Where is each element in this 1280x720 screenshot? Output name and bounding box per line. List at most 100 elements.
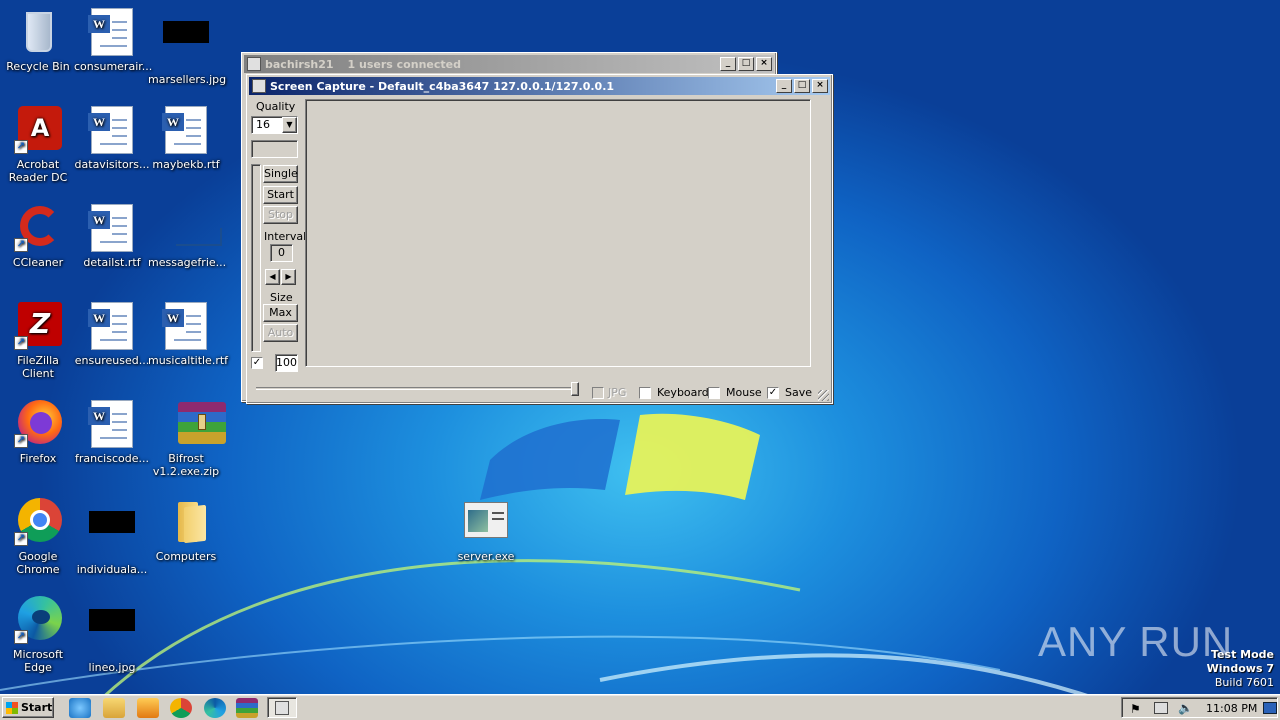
maximize-button[interactable]: □ [738,57,754,71]
icon-label: Microsoft Edge [12,648,64,674]
mouse-checkbox[interactable] [708,387,720,399]
watermark-line-1: Test Mode [1211,648,1274,661]
recycle-bin-icon [14,8,62,56]
quality-label: Quality [256,100,296,113]
edge-icon: ↗ [14,596,62,644]
horizontal-slider-track[interactable] [256,387,578,390]
desktop-icon-marsellers[interactable]: marsellers.jpg [148,8,227,86]
icon-label: franciscode... [75,452,149,465]
users-window-title: bachirsh21 [265,57,334,71]
desktop-icon-maybekb[interactable]: W maybekb.rtf [148,106,224,171]
minimize-button[interactable]: _ [776,79,792,93]
percent-field[interactable]: 100 [275,354,298,372]
desktop-icon-filezilla[interactable]: Z ↗ FileZilla Client [0,302,76,380]
max-button[interactable]: Max [263,304,298,322]
icon-label: detailst.rtf [83,256,141,269]
chevron-down-icon[interactable]: ▼ [282,117,297,133]
icon-label: Google Chrome [16,550,60,576]
minimize-button[interactable]: _ [720,57,736,71]
desktop-icon-edge[interactable]: ↗ Microsoft Edge [0,596,76,674]
icon-label: Firefox [19,452,57,465]
desktop-icon-ensureused[interactable]: W ensureused... [74,302,150,367]
image-thumbnail-icon [89,511,135,533]
desktop-icon-franciscode[interactable]: W franciscode... [74,400,150,465]
progress-field [251,140,298,158]
users-connected-status: 1 users connected [347,57,461,71]
save-label: Save [785,386,813,399]
interval-decrease-button[interactable]: ◀ [265,269,280,285]
ccleaner-icon: ↗ [14,204,62,252]
desktop-icon-musicaltitle[interactable]: W musicaltitle.rtf [148,302,229,367]
word-document-icon: W [88,400,133,448]
quality-select[interactable]: 16 ▼ [251,116,298,134]
interval-value: 0 [278,246,285,259]
desktop-icon-detailst[interactable]: W detailst.rtf [74,204,150,269]
icon-label: Acrobat Reader DC [8,158,68,184]
icon-label: marsellers.jpg [148,73,227,86]
jpg-checkbox[interactable] [592,387,604,399]
interval-field[interactable]: 0 [270,244,293,262]
acrobat-icon: A ↗ [14,106,62,154]
test-mode-text: Test Mode Windows 7 Build 7601 [1207,648,1274,690]
word-document-icon: W [162,302,207,350]
volume-icon[interactable]: 🔈 [1178,701,1193,715]
maximize-button[interactable]: □ [794,79,810,93]
word-document-icon: W [88,204,133,252]
word-document-icon: W [88,8,133,56]
desktop-icon-computers[interactable]: Computers [148,498,224,563]
capture-preview-area[interactable] [305,99,811,367]
desktop-icon-server-exe[interactable]: server.exe [448,498,524,563]
media-player-icon[interactable] [137,698,159,718]
network-icon[interactable] [1154,702,1168,714]
desktop-icon-firefox[interactable]: ↗ Firefox [0,400,76,465]
desktop-icon-lineo[interactable]: lineo.jpg [74,596,150,674]
auto-button[interactable]: Auto [263,324,298,342]
single-button[interactable]: Single [263,165,298,183]
image-thumbnail-icon [163,21,209,43]
icon-label: Recycle Bin [6,60,70,73]
desktop-icon-individuala[interactable]: individuala... [74,498,150,576]
close-button[interactable]: × [756,57,772,71]
save-checkbox[interactable]: ✓ [767,387,779,399]
folder-icon [162,498,210,546]
interval-label: Interval [264,230,307,243]
icon-label: musicaltitle.rtf [148,354,229,367]
action-center-flag-icon[interactable]: ⚑ [1130,702,1141,716]
desktop-icon-recycle-bin[interactable]: Recycle Bin [0,8,76,73]
resize-grip-icon[interactable] [818,390,829,401]
winrar-taskbar-icon[interactable] [236,698,258,718]
show-desktop-icon[interactable] [1263,702,1277,714]
word-document-icon: W [162,106,207,154]
mouse-label: Mouse [726,386,762,399]
clock[interactable]: 11:08 PM [1206,702,1257,715]
desktop-icon-chrome[interactable]: ↗ Google Chrome [0,498,76,576]
start-button[interactable]: Start [263,186,298,204]
edge-taskbar-icon[interactable] [204,698,226,718]
start-button[interactable]: Start [2,697,54,718]
bifrost-taskbar-button[interactable] [267,697,297,718]
left-checkbox[interactable]: ✓ [251,357,263,369]
vertical-slider-track[interactable] [251,164,261,352]
desktop-icon-acrobat[interactable]: A ↗ Acrobat Reader DC [0,106,76,184]
executable-icon [462,498,510,546]
close-button[interactable]: × [812,79,828,93]
interval-increase-button[interactable]: ▶ [281,269,296,285]
horizontal-slider-thumb[interactable] [571,382,579,396]
file-explorer-icon[interactable] [103,698,125,718]
screen-capture-titlebar[interactable]: Screen Capture - Default_c4ba3647 127.0.… [249,77,830,95]
windows-logo-icon [6,702,18,714]
percent-value: 100 [276,356,297,369]
desktop-icon-messagefrie[interactable]: messagefrie... [148,204,226,269]
keyboard-checkbox[interactable] [639,387,651,399]
jpg-label: JPG [608,386,627,399]
desktop-icon-ccleaner[interactable]: ↗ CCleaner [0,204,76,269]
word-document-icon: W [88,106,133,154]
chrome-taskbar-icon[interactable] [170,698,192,718]
users-window-titlebar[interactable]: bachirsh21 1 users connected _ □ × [244,55,774,73]
desktop-icon-bifrost-zip[interactable]: Bifrost v1.2.exe.zip [148,400,226,478]
desktop-icon-consumerair[interactable]: W consumerair... [74,8,152,73]
size-label: Size [270,291,293,304]
internet-explorer-icon[interactable] [69,698,91,718]
desktop-icon-datavisitors[interactable]: W datavisitors... [74,106,150,171]
stop-button[interactable]: Stop [263,206,298,224]
